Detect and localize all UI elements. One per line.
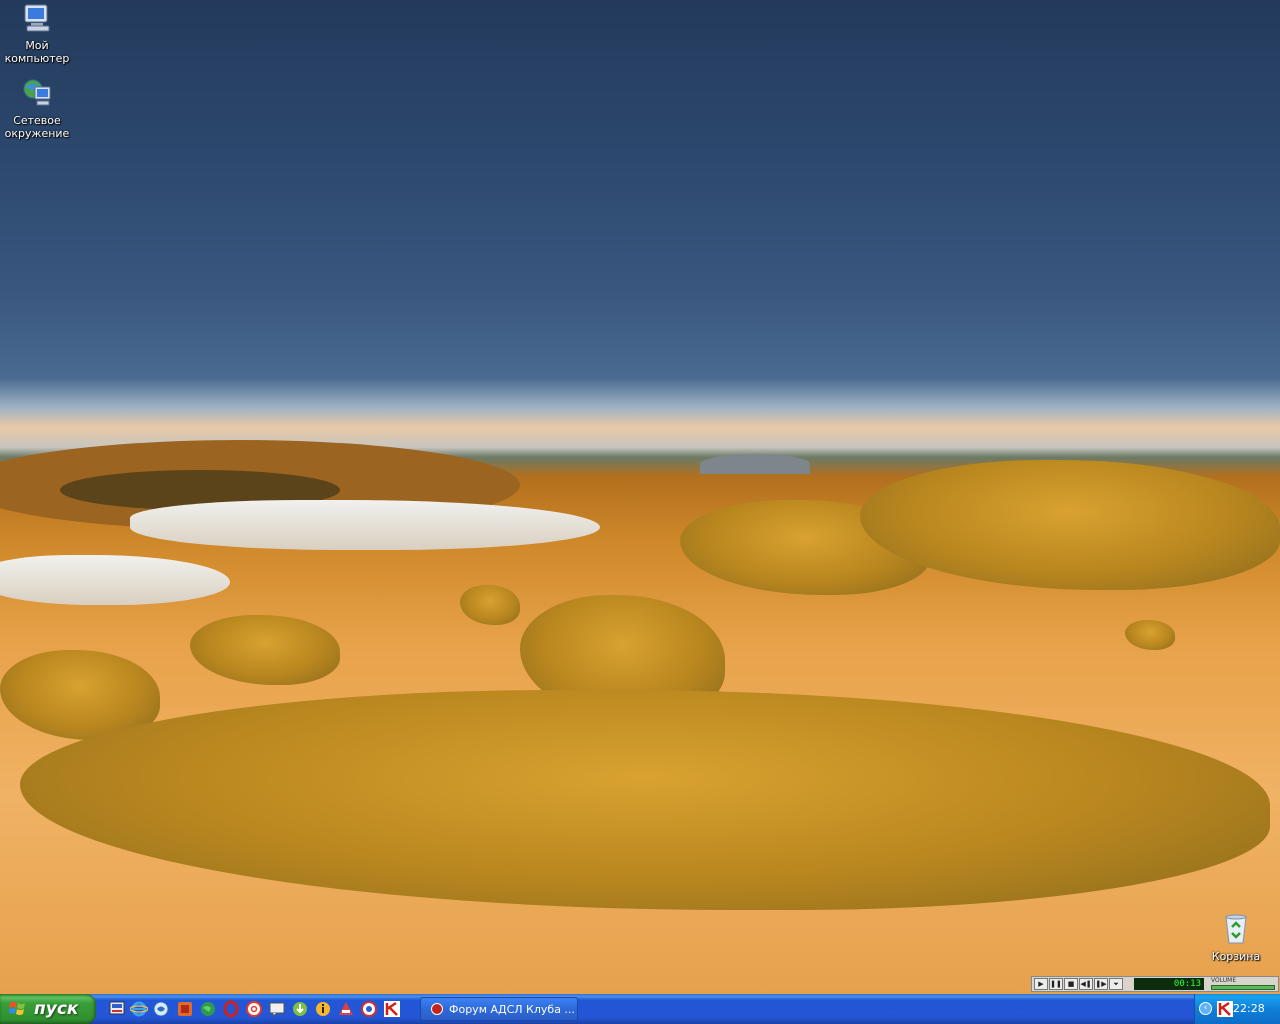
desktop-icon-label: Сетевое окружение [4,114,70,140]
at-mail-icon[interactable] [245,1000,263,1018]
desktop-wallpaper [0,0,1280,994]
desktop-icon-label: Корзина [1211,950,1261,963]
show-hidden-icons-button[interactable]: ‹ [1199,1002,1212,1015]
opera-icon [431,1003,443,1015]
volume-control[interactable]: VOLUME [1208,977,1278,991]
messenger-icon[interactable] [152,1000,170,1018]
volume-label: VOLUME [1211,977,1237,984]
kaspersky-tray-icon[interactable] [1217,1001,1233,1017]
start-button[interactable]: пуск [0,994,96,1024]
play-button[interactable]: ▶ [1034,978,1048,990]
show-desktop-icon[interactable] [108,1000,126,1018]
internet-explorer-icon[interactable] [129,1000,149,1018]
info-icon[interactable] [314,1000,332,1018]
previous-track-button[interactable]: ◀❚ [1079,978,1093,990]
task-title: Форум АДСЛ Клуба ... [449,1003,575,1016]
desktop-icon-network-places[interactable]: Сетевое окружение [1,77,73,140]
recycle-bin-icon [1225,914,1247,944]
clock[interactable]: 22:28 [1233,1002,1265,1015]
desktop-icon-my-computer[interactable]: Мой компьютер [1,2,73,65]
desktop-icon-label: Мой компьютер [4,39,70,65]
globe-icon[interactable] [199,1000,217,1018]
pause-button[interactable]: ❚❚ [1049,978,1063,990]
windows-logo-icon [9,1002,25,1015]
desktop-icon-recycle-bin[interactable]: Корзина [1200,913,1272,963]
start-label: пуск [34,999,79,1019]
kaspersky-icon[interactable] [383,1000,401,1018]
media-player-taskbar-deskband: ▶ ❚❚ ■ ◀❚ ❚▶ ⏷ 00:13 VOLUME [1031,976,1279,992]
stop-button[interactable]: ■ [1064,978,1078,990]
eject-button[interactable]: ⏷ [1109,978,1123,990]
playback-time: 00:13 [1134,978,1204,990]
network-places-icon [23,79,51,106]
chat-icon[interactable] [268,1000,286,1018]
taskbar-button-forum[interactable]: Форум АДСЛ Клуба ... [420,997,578,1021]
my-computer-icon [24,4,50,32]
volume-slider[interactable] [1211,985,1275,990]
media-icon[interactable] [176,1000,194,1018]
taskbar: пуск Форум АДСЛ Клуба ... ‹ 22:28 [0,994,1280,1024]
cleaner-icon[interactable] [337,1000,355,1018]
opera-icon[interactable] [222,1000,240,1018]
download-icon[interactable] [291,1000,309,1018]
next-track-button[interactable]: ❚▶ [1094,978,1108,990]
browser-icon[interactable] [360,1000,378,1018]
